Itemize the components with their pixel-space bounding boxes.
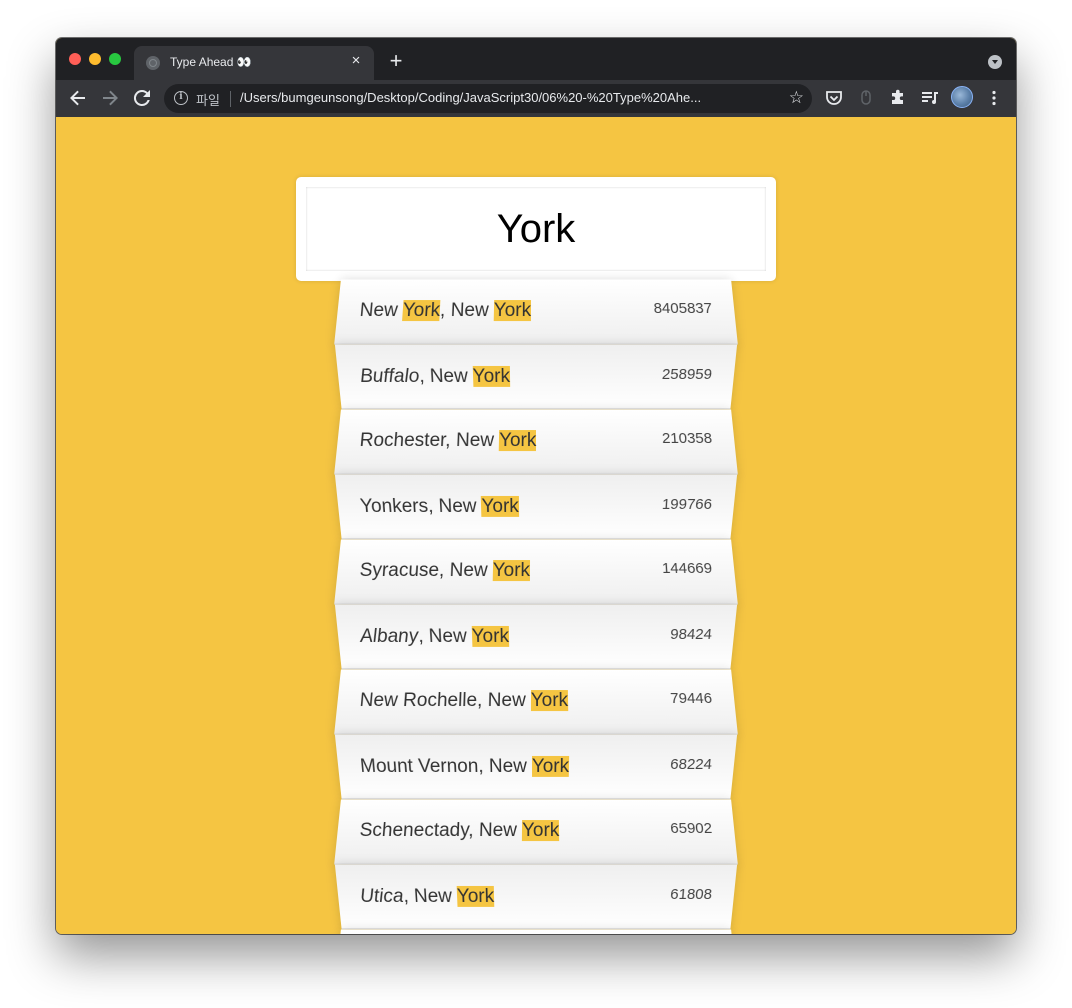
- suggestion-city-state: Syracuse, New York: [358, 560, 531, 582]
- suggestion-city-state: Yonkers, New York: [359, 495, 519, 518]
- suggestion-item[interactable]: Utica, New York 61808: [334, 864, 738, 930]
- suggestion-population: 258959: [661, 365, 713, 383]
- suggestion-item[interactable]: [334, 929, 738, 934]
- match-highlight: York: [481, 495, 519, 517]
- suggestion-text: Rochester, New: [358, 430, 500, 452]
- pocket-icon[interactable]: [822, 86, 846, 110]
- suggestion-item[interactable]: Syracuse, New York 144669: [334, 539, 738, 605]
- suggestion-population: 65902: [669, 819, 713, 837]
- match-highlight: York: [402, 300, 441, 322]
- suggestion-population: 98424: [669, 625, 713, 643]
- match-highlight: York: [531, 755, 570, 777]
- match-highlight: York: [521, 820, 560, 842]
- divider: [230, 91, 231, 107]
- match-highlight: York: [456, 885, 495, 907]
- suggestion-item[interactable]: Rochester, New York 210358: [334, 409, 738, 475]
- url-scheme-label: 파일: [196, 93, 220, 108]
- suggestion-item[interactable]: New Rochelle, New York 79446: [334, 669, 738, 735]
- kebab-menu-icon[interactable]: [982, 86, 1006, 110]
- suggestion-city-state: Buffalo, New York: [359, 365, 511, 388]
- close-window-button[interactable]: [69, 53, 81, 65]
- suggestion-text: Utica: [359, 885, 405, 907]
- browser-window: Type Ahead 👀 × + i 파일 /Users/bumgeunsong…: [56, 38, 1016, 934]
- address-bar[interactable]: i 파일 /Users/bumgeunsong/Desktop/Coding/J…: [164, 84, 812, 113]
- suggestion-population: 8405837: [653, 299, 713, 317]
- suggestion-item[interactable]: Buffalo, New York 258959: [334, 344, 738, 410]
- suggestion-item[interactable]: Schenectady, New York 65902: [334, 799, 738, 865]
- minimize-window-button[interactable]: [89, 53, 101, 65]
- suggestion-city-state: Utica, New York: [359, 885, 495, 908]
- match-highlight: York: [472, 365, 511, 387]
- suggestion-text: , New: [417, 625, 473, 647]
- suggestion-city-state: Schenectady, New York: [359, 820, 560, 842]
- suggestion-city-state: New Rochelle, New York: [359, 690, 569, 712]
- suggestion-text: Albany: [359, 625, 419, 647]
- media-queue-icon[interactable]: [918, 86, 942, 110]
- match-highlight: York: [498, 430, 537, 452]
- tab-search-icon[interactable]: [988, 55, 1002, 69]
- match-highlight: York: [492, 560, 531, 582]
- profile-avatar[interactable]: [951, 86, 973, 108]
- tab-close-icon[interactable]: ×: [348, 53, 364, 69]
- url-text[interactable]: /Users/bumgeunsong/Desktop/Coding/JavaSc…: [240, 90, 774, 105]
- tab-title: Type Ahead 👀: [170, 55, 252, 69]
- suggestion-population: 79446: [669, 689, 713, 707]
- search-form: [296, 177, 776, 281]
- star-icon[interactable]: ☆: [789, 88, 804, 108]
- suggestion-city-state: Rochester, New York: [359, 430, 537, 452]
- suggestion-text: Schenectady, New: [358, 820, 523, 842]
- tab-strip: Type Ahead 👀 × +: [56, 38, 1016, 80]
- suggestion-city-state: Albany, New York: [359, 625, 510, 648]
- suggestion-text: , New: [439, 300, 494, 322]
- suggestion-text: , New: [418, 365, 474, 387]
- zoom-window-button[interactable]: [109, 53, 121, 65]
- forward-icon[interactable]: [98, 86, 122, 110]
- browser-toolbar: i 파일 /Users/bumgeunsong/Desktop/Coding/J…: [56, 80, 1016, 117]
- suggestion-text: New: [358, 300, 404, 322]
- suggestion-population: 68224: [669, 755, 713, 773]
- suggestion-item[interactable]: Albany, New York 98424: [334, 604, 738, 670]
- suggestion-population: 144669: [661, 559, 713, 577]
- match-highlight: York: [530, 690, 569, 712]
- reload-icon[interactable]: [130, 86, 154, 110]
- new-tab-button[interactable]: +: [386, 50, 406, 72]
- extensions-puzzle-icon[interactable]: [886, 86, 910, 110]
- suggestion-population: 210358: [661, 429, 713, 447]
- suggestion-item[interactable]: Yonkers, New York 199766: [334, 474, 738, 540]
- suggestion-item[interactable]: Mount Vernon, New York 68224: [334, 734, 738, 800]
- suggestion-city-state: Mount Vernon, New York: [359, 755, 570, 778]
- back-icon[interactable]: [66, 86, 90, 110]
- info-icon[interactable]: i: [174, 91, 188, 105]
- suggestion-population: 61808: [669, 885, 713, 903]
- search-input[interactable]: [296, 177, 776, 281]
- suggestion-text: Yonkers, New: [359, 495, 482, 517]
- match-highlight: York: [471, 625, 510, 647]
- suggestion-population: 199766: [661, 495, 713, 513]
- suggestion-text: Syracuse, New: [358, 560, 493, 582]
- globe-icon: [146, 56, 160, 70]
- suggestion-item[interactable]: New York, New York 8405837: [334, 279, 738, 345]
- browser-tab-active[interactable]: Type Ahead 👀 ×: [134, 46, 374, 80]
- match-highlight: York: [493, 300, 532, 322]
- suggestion-city-state: New York, New York: [358, 300, 532, 322]
- suggestion-text: New Rochelle, New: [358, 690, 531, 712]
- suggestion-text: Mount Vernon, New: [359, 755, 532, 777]
- page-viewport: New York, New York8405837Buffalo, New Yo…: [56, 117, 1016, 934]
- suggestion-text: , New: [402, 885, 458, 907]
- suggestion-text: Buffalo: [359, 365, 420, 387]
- mouse-extension-icon[interactable]: [854, 86, 878, 110]
